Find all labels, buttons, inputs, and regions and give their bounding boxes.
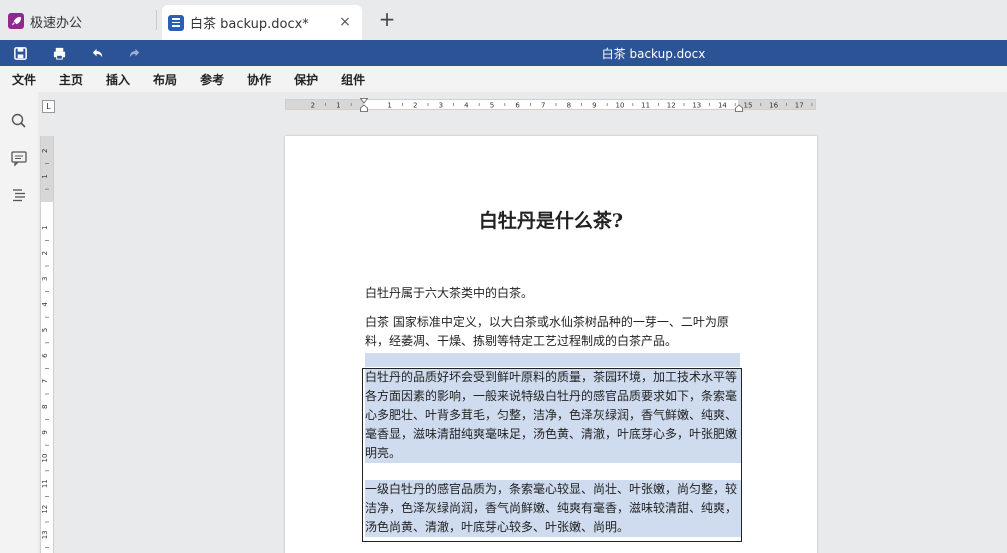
paragraph-1: 白牡丹属于六大茶类中的白茶。 [365, 286, 534, 300]
ruler-number: 10 [41, 454, 49, 463]
ruler-number: 1 [41, 174, 49, 178]
menu-references[interactable]: 参考 [200, 71, 224, 88]
document-icon [168, 14, 184, 31]
menu-insert[interactable]: 插入 [106, 71, 130, 88]
ruler-number: 11 [41, 479, 49, 488]
ruler-number: 5 [41, 328, 49, 332]
ruler-number: 15 [744, 102, 753, 110]
selection-highlight [365, 353, 740, 367]
ruler-number: 10 [616, 102, 625, 110]
rocket-logo-icon [8, 13, 24, 29]
ruler-number: 12 [667, 102, 676, 110]
ruler-number: 1 [336, 102, 340, 110]
menu-plugins[interactable]: 组件 [341, 71, 365, 88]
indent-marker-icon[interactable] [360, 98, 368, 112]
document-tab[interactable]: 白茶 backup.docx* × [162, 5, 362, 40]
ruler-number: 6 [515, 102, 520, 110]
app-home-tab[interactable]: 极速办公 [8, 8, 82, 34]
right-indent-marker-icon[interactable] [735, 98, 743, 112]
ruler-number: 13 [692, 102, 701, 110]
menu-collaborate[interactable]: 协作 [247, 71, 271, 88]
ruler-number: 9 [592, 102, 596, 110]
vertical-ruler[interactable]: 2 1 1 2 3 4 5 6 7 8 9 10 11 12 13 [40, 136, 54, 553]
ruler-number: 7 [541, 102, 545, 110]
title-bar: 白茶 backup.docx [0, 40, 1007, 66]
ruler-number: 11 [641, 102, 650, 110]
editor-window: 极速办公 白茶 backup.docx* × + 白茶 backup.docx … [0, 0, 1007, 553]
ruler-number: 2 [413, 102, 417, 110]
ruler-number: 3 [41, 277, 49, 281]
ruler-number: 4 [464, 102, 469, 110]
ruler-number: 8 [567, 102, 571, 110]
ruler-number: 8 [41, 405, 49, 409]
document-page[interactable]: 白牡丹是什么茶? 白牡丹属于六大茶类中的白茶。 白茶 国家标准中定义，以大白茶或… [285, 136, 817, 553]
document-heading: 白牡丹是什么茶? [478, 210, 624, 232]
ruler-number: 7 [41, 379, 49, 383]
ruler-number: 2 [41, 251, 49, 255]
ruler-number: 13 [41, 530, 49, 539]
ruler-number: 14 [718, 102, 727, 110]
ruler-number: 5 [490, 102, 494, 110]
ruler-number: 2 [311, 102, 315, 110]
menu-layout[interactable]: 布局 [153, 71, 177, 88]
comment-icon[interactable] [10, 149, 28, 167]
ruler-number: 12 [41, 505, 49, 514]
ruler-number: 1 [41, 225, 49, 229]
tab-strip: 极速办公 白茶 backup.docx* × + [0, 0, 1007, 40]
ruler-number: 3 [439, 102, 443, 110]
horizontal-ruler[interactable]: 2 1 1 2 3 4 5 6 7 8 9 10 11 12 13 14 15 16 17 [285, 98, 816, 112]
tab-separator [156, 10, 157, 30]
menu-bar: 文件 主页 插入 布局 参考 协作 保护 组件 [0, 66, 1007, 92]
ruler-number: 4 [41, 302, 49, 307]
ruler-number: 17 [795, 102, 804, 110]
ruler-number: 2 [41, 149, 49, 153]
left-toolbar [0, 92, 38, 553]
vertical-ruler-ticks: 2112345678910111213 [41, 149, 49, 549]
ruler-number: 16 [769, 102, 778, 110]
document-tab-title: 白茶 backup.docx* [190, 17, 309, 32]
app-name: 极速办公 [30, 15, 83, 31]
selected-text-frame[interactable] [362, 368, 742, 542]
menu-home[interactable]: 主页 [59, 71, 83, 88]
ruler-number: 9 [41, 430, 49, 434]
menu-protect[interactable]: 保护 [294, 71, 318, 88]
menu-file[interactable]: 文件 [12, 71, 36, 88]
paragraph-2: 白茶 国家标准中定义，以大白茶或水仙茶树品种的一芽一、二叶为原料，经萎凋、干燥、… [365, 315, 729, 348]
ruler-number: 6 [41, 353, 49, 358]
navigation-outline-icon[interactable] [10, 186, 28, 204]
window-title: 白茶 backup.docx [601, 47, 706, 61]
new-tab-button[interactable]: + [376, 9, 398, 31]
ruler-number: 1 [387, 102, 391, 110]
search-icon[interactable] [10, 112, 28, 130]
close-tab-icon[interactable]: × [336, 13, 354, 31]
tab-stop-selector[interactable]: L [42, 100, 55, 113]
